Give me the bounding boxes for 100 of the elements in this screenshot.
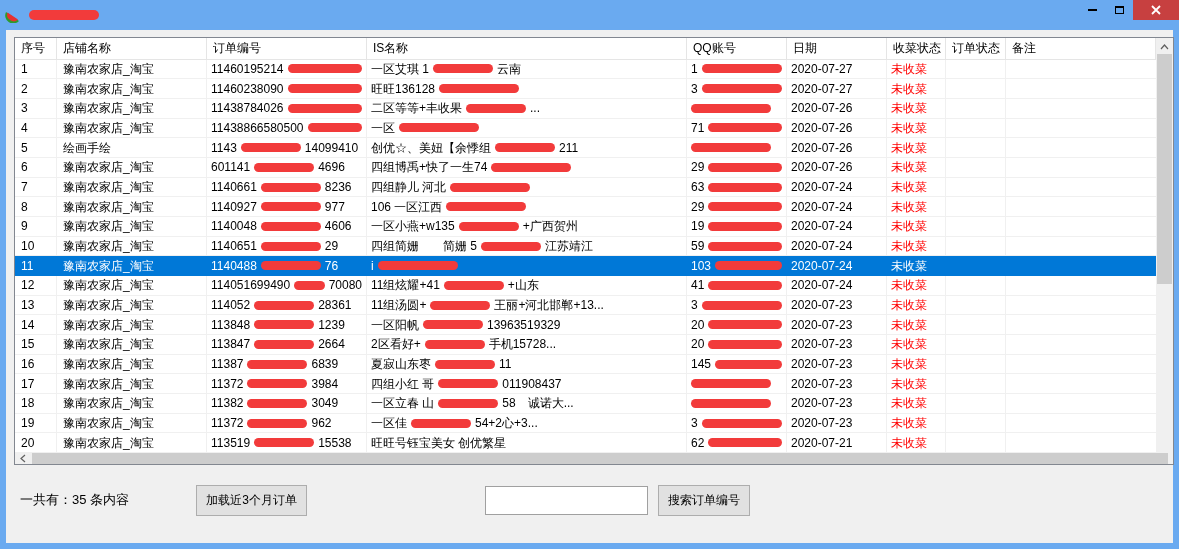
table-row[interactable]: 15 豫南农家店_淘宝 113847 2664 2区看好+ 手机15728... 20 2020-07-23 未收菜 xyxy=(15,335,1156,355)
table-row[interactable]: 18 豫南农家店_淘宝 11382 3049 一区立春 山 58 诚诺大... 2020-07-23 未收菜 xyxy=(15,394,1156,414)
table-cell: 豫南农家店_淘宝 xyxy=(57,295,207,315)
table-row[interactable]: 7 豫南农家店_淘宝 1140661 8236 四组静儿 河北 63 2020-07-24 未收菜 xyxy=(15,177,1156,198)
table-cell: 2020-07-27 xyxy=(787,59,887,79)
table-cell: 豫南农家店_淘宝 xyxy=(57,394,207,413)
table-row[interactable]: 16 豫南农家店_淘宝 11387 6839 夏寂山东枣 11 145 2020-07-23 未收菜 xyxy=(15,354,1156,375)
cell-text: 二区等等+丰收果 xyxy=(371,100,462,118)
cell-text: 28361 xyxy=(318,297,352,315)
cell-text: 11组炫耀+41 xyxy=(371,277,440,295)
table-cell: 9 xyxy=(15,217,57,236)
table-cell: 18 xyxy=(15,394,57,413)
column-header[interactable]: IS名称 xyxy=(367,38,687,59)
table-cell: 豫南农家店_淘宝 xyxy=(57,59,207,79)
cell-text: 11387 xyxy=(211,356,244,374)
cell-text: 3984 xyxy=(311,375,339,393)
cell-text: 四组静儿 河北 xyxy=(371,179,447,196)
table-row[interactable]: 19 豫南农家店_淘宝 11372 962 一区佳 54+2心+3... 3 2020-07-23 未收菜 xyxy=(15,413,1156,434)
cell-text: 63 xyxy=(691,179,705,196)
cell-text: 977 xyxy=(324,198,345,216)
cell-text: 41 xyxy=(691,277,705,295)
cell-text: 103 xyxy=(691,257,712,275)
cell-text: 962 xyxy=(311,415,332,433)
cell-text: 76 xyxy=(324,257,339,275)
cell-text: 一区佳 xyxy=(371,415,407,433)
cell-text: 创优☆、美妞【余悸组 xyxy=(371,139,491,157)
table-cell: 10 xyxy=(15,236,57,256)
cell-text: 一区 xyxy=(371,120,395,137)
cell-text: 8236 xyxy=(324,179,352,196)
table-cell: 2 xyxy=(15,79,57,98)
cell-text: 113848 xyxy=(211,316,251,334)
table-cell: 2020-07-24 xyxy=(787,197,887,216)
table-row[interactable]: 13 豫南农家店_淘宝 114052 28361 11组汤圆+ 王丽+河北邯郸+13... 3 2020-07-23 未收菜 xyxy=(15,295,1156,316)
table-row[interactable]: 12 豫南农家店_淘宝 114051699490 70080 11组炫耀+41 +山东 41 2020-07-24 未收菜 xyxy=(15,276,1156,296)
table-cell: 未收菜 xyxy=(887,59,946,79)
table-row[interactable]: 14 豫南农家店_淘宝 113848 1239 一区阳帆 13963519329 20 2020-07-23 未收菜 xyxy=(15,315,1156,336)
table-cell: 1 xyxy=(15,59,57,79)
cell-text: +山东 xyxy=(507,277,539,295)
table-cell: 13 xyxy=(15,295,57,315)
cell-text: 11460238090 xyxy=(211,80,284,98)
table-cell: 2020-07-23 xyxy=(787,394,887,413)
column-header[interactable]: 店铺名称 xyxy=(57,38,207,59)
table-cell: 未收菜 xyxy=(887,295,946,315)
table-row[interactable]: 5 绘画手绘 1143 14099410 创优☆、美妞【余悸组 211 2020-07-26 未收菜 xyxy=(15,138,1156,158)
table-cell: 2020-07-23 xyxy=(787,335,887,354)
search-button[interactable]: 搜索订单编号 xyxy=(658,484,750,516)
cell-text: 70080 xyxy=(328,277,362,295)
cell-text: 4696 xyxy=(318,159,345,177)
table-cell: 未收菜 xyxy=(887,177,946,197)
cell-text: 4606 xyxy=(324,218,352,236)
table-row[interactable]: 3 豫南农家店_淘宝 11438784026 二区等等+丰收果 ... 2020-07-26 未收菜 xyxy=(15,99,1156,119)
cell-text: 29 xyxy=(324,238,339,255)
table-row[interactable]: 11 豫南农家店_淘宝 1140488 76 i 103 2020-07-24 未收菜 xyxy=(15,256,1156,277)
table-cell: 豫南农家店_淘宝 xyxy=(57,276,207,295)
table-cell: 未收菜 xyxy=(887,118,946,138)
table-row[interactable]: 8 豫南农家店_淘宝 1140927 977 106 一区江西 29 2020-07-24 未收菜 xyxy=(15,197,1156,217)
table-row[interactable]: 4 豫南农家店_淘宝 11438866580500 一区 71 2020-07-26 未收菜 xyxy=(15,118,1156,139)
column-header[interactable]: 订单状态 xyxy=(946,38,1006,59)
cell-text: 1140651 xyxy=(211,238,257,255)
table-cell: 豫南农家店_淘宝 xyxy=(57,354,207,374)
cell-text: 四组小红 哥 xyxy=(371,375,435,393)
column-header[interactable]: 收菜状态 xyxy=(887,38,946,59)
table-cell: 豫南农家店_淘宝 xyxy=(57,256,207,276)
search-field[interactable] xyxy=(485,485,648,515)
table-cell: 未收菜 xyxy=(887,315,946,335)
table-row[interactable]: 9 豫南农家店_淘宝 1140048 4606 一区小燕+w135 +广西贺州 19 2020-07-24 未收菜 xyxy=(15,217,1156,237)
table-cell: 未收菜 xyxy=(887,374,946,394)
column-header[interactable]: QQ账号 xyxy=(687,38,787,59)
cell-text: 一区阳帆 xyxy=(371,316,419,334)
scrollbar-thumb[interactable] xyxy=(1157,54,1172,284)
maximize-icon xyxy=(1115,6,1124,14)
cell-text: 3049 xyxy=(311,395,339,413)
vertical-scrollbar[interactable] xyxy=(1156,38,1173,453)
table-cell: 12 xyxy=(15,276,57,295)
cell-text: 114052 xyxy=(211,297,251,315)
cell-text: 11382 xyxy=(211,395,244,413)
table-cell: 未收菜 xyxy=(887,394,946,413)
cell-text: 1239 xyxy=(318,316,345,334)
cell-text: 20 xyxy=(691,336,705,354)
cell-text: +广西贺州 xyxy=(522,218,578,236)
column-header[interactable]: 订单编号 xyxy=(207,38,367,59)
table-row[interactable]: 17 豫南农家店_淘宝 11372 3984 四组小红 哥 011908437 2020-07-23 未收菜 xyxy=(15,374,1156,395)
table-row[interactable]: 2 豫南农家店_淘宝 11460238090 旺旺136128 3 2020-07-27 未收菜 xyxy=(15,79,1156,99)
column-header[interactable]: 序号 xyxy=(15,38,57,59)
cell-text: 3 xyxy=(691,80,698,98)
close-icon xyxy=(1151,5,1161,15)
column-header[interactable]: 日期 xyxy=(787,38,887,59)
scroll-up-icon xyxy=(1160,44,1169,50)
table-row[interactable]: 6 豫南农家店_淘宝 601141 4696 四组博禹+快了一生74 29 2020-07-26 未收菜 xyxy=(15,158,1156,178)
close-button[interactable] xyxy=(1133,0,1179,20)
cell-text: 29 xyxy=(691,198,705,216)
load-orders-button[interactable]: 加载近3个月订单 xyxy=(196,484,307,516)
cell-text: 62 xyxy=(691,434,705,452)
cell-text: 1140048 xyxy=(211,218,257,236)
cell-text: 11组汤圆+ xyxy=(371,297,427,315)
cell-text: 54+2心+3... xyxy=(475,415,538,433)
table-cell: 豫南农家店_淘宝 xyxy=(57,315,207,335)
table-cell: 未收菜 xyxy=(887,79,946,98)
table-cell: 豫南农家店_淘宝 xyxy=(57,177,207,197)
table-row[interactable]: 1 豫南农家店_淘宝 11460195214 一区艾琪 1 云南 1 2020-07-27 未收菜 xyxy=(15,59,1156,80)
